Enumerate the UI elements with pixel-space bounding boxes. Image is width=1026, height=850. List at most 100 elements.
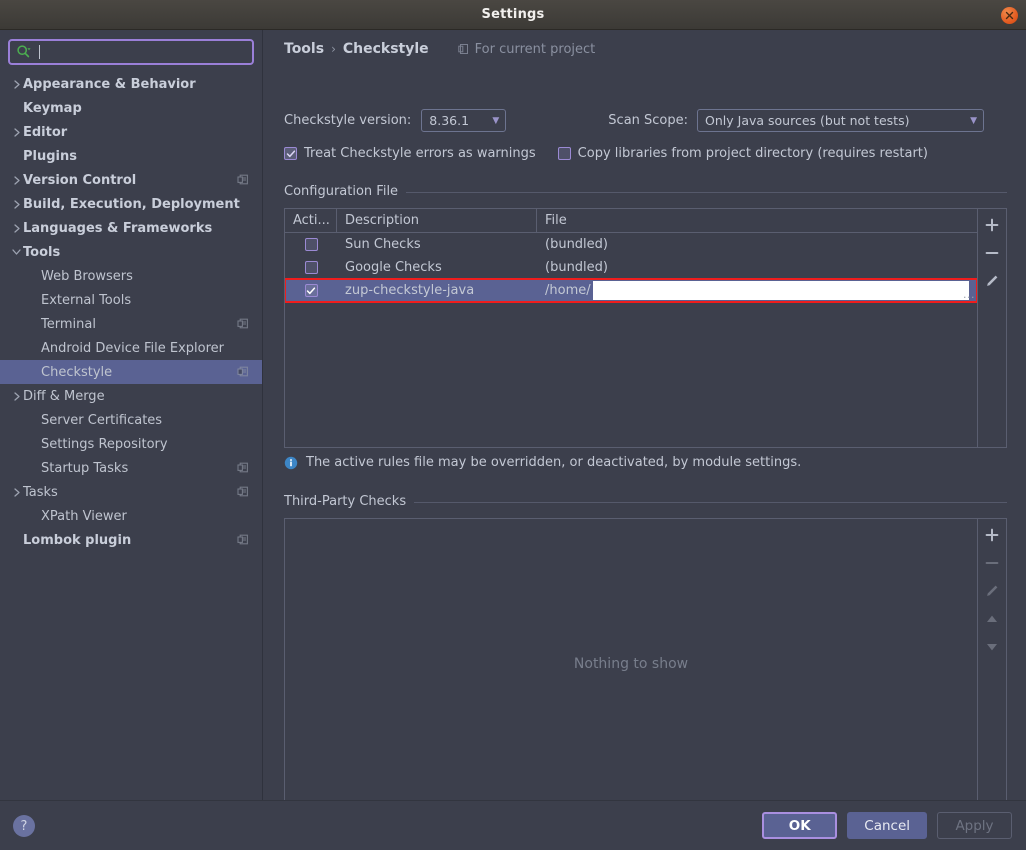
sidebar-item-label: Checkstyle [41,364,113,380]
sidebar-item-tools[interactable]: Tools [0,240,262,264]
sidebar-item-external-tools[interactable]: External Tools [0,288,262,312]
configuration-file-section-title: Configuration File [284,184,1007,199]
sidebar-item-label: Server Certificates [41,412,163,428]
sidebar-item-checkstyle[interactable]: Checkstyle [0,360,262,384]
sidebar-item-label: Plugins [23,148,77,164]
scan-scope-select[interactable]: Only Java sources (but not tests) ▼ [697,109,985,132]
table-row[interactable]: zup-checkstyle-java/home/... [285,278,977,303]
breadcrumb: Tools › Checkstyle For current project [284,41,595,57]
third-party-checks-table: Nothing to show [284,518,1007,810]
table-row[interactable]: Sun Checks (bundled) [285,233,977,256]
module-scope-icon [237,173,250,186]
checkstyle-version-value: 8.36.1 [429,113,470,128]
remove-icon[interactable] [979,240,1005,266]
chevron-right-icon [10,79,23,89]
sidebar-item-label: Appearance & Behavior [23,76,196,92]
checkbox-box [304,261,318,274]
table-header: Acti... Description File [285,209,977,233]
module-scope-icon [237,485,250,498]
copy-libraries-checkbox[interactable]: Copy libraries from project directory (r… [557,146,928,161]
search-caret [39,45,40,59]
sidebar-item-web-browsers[interactable]: Web Browsers [0,264,262,288]
row-description: Google Checks [345,260,442,275]
edit-icon[interactable] [979,268,1005,294]
column-header[interactable]: Acti... [285,209,337,233]
sidebar-item-server-certificates[interactable]: Server Certificates [0,408,262,432]
breadcrumb-current: Checkstyle [342,41,429,57]
dialog-body: Appearance & Behavior Keymap Editor Plugins… [0,30,1026,810]
scan-scope-label: Scan Scope: [608,113,689,128]
checkbox-box [557,147,571,160]
cancel-button[interactable]: Cancel [847,812,927,839]
column-header[interactable]: File [537,209,977,233]
sidebar-item-keymap[interactable]: Keymap [0,96,262,120]
sidebar-item-startup-tasks[interactable]: Startup Tasks [0,456,262,480]
table-row[interactable]: Google Checks (bundled) [285,256,977,279]
row-active-checkbox[interactable] [285,233,337,256]
sidebar-item-diff-merge[interactable]: Diff & Merge [0,384,262,408]
ok-button[interactable]: OK [762,812,838,839]
sidebar-item-build-execution-deployment[interactable]: Build, Execution, Deployment [0,192,262,216]
add-icon[interactable] [979,212,1005,238]
window-title: Settings [481,7,545,22]
checkbox-box [284,147,297,160]
sidebar-item-label: Version Control [23,172,137,188]
row-active-checkbox[interactable] [285,256,337,279]
third-party-checks-toolbar [977,519,1006,809]
row-active-checkbox[interactable] [285,279,337,302]
chevron-right-icon [10,199,23,209]
sidebar-item-terminal[interactable]: Terminal [0,312,262,336]
settings-sidebar: Appearance & Behavior Keymap Editor Plugins… [0,30,263,800]
sidebar-item-label: Settings Repository [41,436,168,452]
checkbox-box [304,284,318,297]
sidebar-item-tasks[interactable]: Tasks [0,480,262,504]
info-icon [284,456,298,470]
for-current-project-text: For current project [474,41,596,57]
sidebar-item-languages-frameworks[interactable]: Languages & Frameworks [0,216,262,240]
row-file-text: (bundled) [545,237,608,252]
scan-scope-value: Only Java sources (but not tests) [705,113,910,128]
breadcrumb-parent[interactable]: Tools [284,41,324,57]
row-description: zup-checkstyle-java [345,283,475,298]
search-icon [16,44,32,60]
row-file-text: /home/ [545,283,591,298]
help-button[interactable]: ? [13,815,35,837]
sidebar-item-version-control[interactable]: Version Control [0,168,262,192]
sidebar-item-appearance-behavior[interactable]: Appearance & Behavior [0,72,262,96]
sidebar-item-xpath-viewer[interactable]: XPath Viewer [0,504,262,528]
sidebar-item-lombok-plugin[interactable]: Lombok plugin [0,528,262,552]
window-titlebar: Settings [0,0,1026,30]
sidebar-item-android-device-file-explorer[interactable]: Android Device File Explorer [0,336,262,360]
sidebar-item-label: XPath Viewer [41,508,127,524]
info-message-text: The active rules file may be overridden,… [306,455,802,470]
third-party-checks-section-title: Third-Party Checks [284,494,1007,509]
row-file-ellipsis: ... [963,288,975,301]
sidebar-item-editor[interactable]: Editor [0,120,262,144]
add-icon[interactable] [979,522,1005,548]
sidebar-item-settings-repository[interactable]: Settings Repository [0,432,262,456]
sidebar-item-label: Web Browsers [41,268,133,284]
chevron-right-icon [10,127,23,137]
configuration-file-toolbar [977,209,1006,447]
treat-errors-as-warnings-checkbox[interactable]: Treat Checkstyle errors as warnings [284,146,536,161]
search-input[interactable] [8,39,254,65]
checkbox-box [304,238,318,251]
section-divider [414,502,1007,503]
chevron-right-icon [10,175,23,185]
checkstyle-version-label: Checkstyle version: [284,113,412,128]
sidebar-item-label: Startup Tasks [41,460,129,476]
sidebar-item-label: Languages & Frameworks [23,220,213,236]
third-party-checks-empty-text: Nothing to show [573,656,689,672]
module-scope-icon [237,317,250,330]
move-up-icon [979,606,1005,632]
copy-libraries-label: Copy libraries from project directory (r… [577,146,928,161]
third-party-checks-title-text: Third-Party Checks [284,494,407,509]
row-description: Sun Checks [345,237,421,252]
settings-content: Tools › Checkstyle For current project C… [263,30,1026,810]
close-icon[interactable] [1001,7,1018,24]
sidebar-item-label: Tasks [23,484,58,500]
sidebar-item-plugins[interactable]: Plugins [0,144,262,168]
checkstyle-version-select[interactable]: 8.36.1 ▼ [421,109,507,132]
sidebar-item-label: Terminal [41,316,96,332]
column-header[interactable]: Description [337,209,537,233]
